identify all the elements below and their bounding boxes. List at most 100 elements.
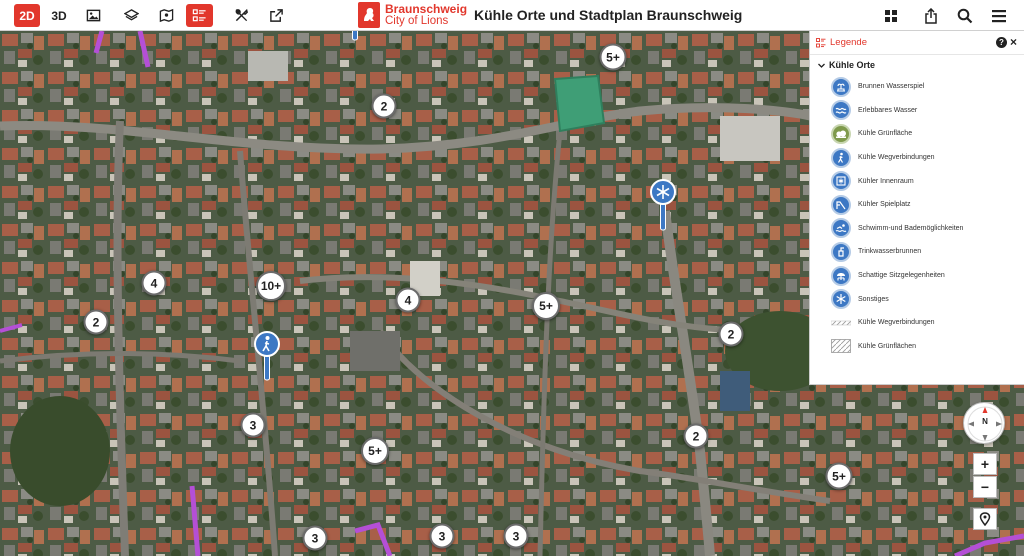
brand-subtitle: City of Lions — [385, 15, 449, 27]
legend-item-label: Erlebbares Wasser — [858, 106, 918, 114]
layers-icon — [123, 9, 139, 21]
brand-name: Braunschweig — [385, 2, 468, 16]
legend-item-label: Trinkwasserbrunnen — [858, 248, 922, 256]
chevron-down-icon — [818, 63, 825, 68]
aerial-image-button[interactable] — [80, 4, 106, 27]
app-title: Kühle Orte und Stadtplan Braunschweig — [474, 7, 743, 23]
cluster-marker[interactable]: 3 — [429, 523, 455, 549]
cluster-marker[interactable]: 2 — [718, 321, 744, 347]
legend-item-shaded-seat: Schattige Sitzgelegenheiten — [810, 264, 1024, 288]
area-swatch — [831, 339, 851, 354]
legend-item-fountain: Brunnen Wasserspiel — [810, 75, 1024, 99]
external-link-icon — [269, 9, 283, 22]
swim-icon — [831, 218, 851, 239]
mode-3d-button[interactable]: 3D — [46, 4, 72, 27]
layers-button[interactable] — [118, 4, 144, 27]
legend-item-label: Kühle Grünflächen — [858, 342, 916, 350]
snowflake-pin[interactable] — [650, 179, 676, 236]
legend-item-drinking-water: Trinkwasserbrunnen — [810, 240, 1024, 264]
app-header: 2D 3D Braunschweig City of Lions Kühle O… — [0, 0, 1024, 31]
cluster-marker[interactable]: 5+ — [532, 292, 560, 320]
share-button[interactable] — [920, 5, 942, 27]
legend-item-label: Sonstiges — [858, 295, 889, 303]
city-brand[interactable]: Braunschweig City of Lions — [358, 2, 467, 28]
legend-header: Legende ? × — [810, 31, 1024, 55]
search-icon — [957, 8, 973, 24]
legend-section-toggle[interactable]: Kühle Orte — [810, 55, 1024, 75]
mode-2d-button[interactable]: 2D — [14, 4, 40, 27]
share-icon — [925, 8, 937, 24]
cluster-marker[interactable]: 2 — [371, 93, 397, 119]
snowflake-icon — [650, 179, 676, 231]
image-icon — [86, 9, 100, 22]
hamburger-icon — [992, 10, 1006, 23]
cluster-marker[interactable]: 5+ — [825, 462, 853, 490]
cluster-marker[interactable]: 2 — [683, 423, 709, 449]
legend-title: Legende — [830, 37, 867, 48]
legend-item-label: Schwimm-und Bademöglichkeiten — [858, 224, 964, 232]
compass-north-label: N — [982, 417, 988, 426]
cluster-marker[interactable]: 3 — [503, 523, 529, 549]
close-icon[interactable]: × — [1010, 35, 1017, 49]
pin-stem-icon — [352, 31, 358, 41]
legend-item-playground: Kühler Spielplatz — [810, 193, 1024, 217]
legend-panel: Legende ? × Kühle Orte Brunnen Wasserspi… — [809, 31, 1024, 385]
cluster-marker[interactable]: 3 — [302, 525, 328, 551]
legend-item-swim: Schwimm-und Bademöglichkeiten — [810, 217, 1024, 241]
legend-item-label: Kühler Innenraum — [858, 177, 914, 185]
cluster-marker[interactable]: 3 — [240, 412, 266, 438]
menu-button[interactable] — [988, 5, 1010, 27]
legend-list-icon — [192, 9, 206, 22]
legend-item-label: Kühle Wegverbindungen — [858, 319, 935, 327]
cluster-marker[interactable]: 2 — [83, 309, 109, 335]
path-swatch — [831, 320, 851, 325]
water-icon — [831, 100, 851, 121]
partial-pin[interactable] — [350, 31, 360, 46]
grid-icon — [885, 10, 897, 22]
green-area-icon — [831, 123, 851, 144]
legend-item-area-fill: Kühle Grünflächen — [810, 335, 1024, 359]
legend-item-paths: Kühle Wegverbindungen — [810, 146, 1024, 170]
theme-map-button[interactable] — [153, 4, 179, 27]
legend-item-indoor: Kühler Innenraum — [810, 169, 1024, 193]
legend-section-label: Kühle Orte — [829, 60, 876, 70]
legend-toggle-button[interactable] — [186, 4, 213, 27]
compass-control[interactable]: N — [963, 402, 1005, 444]
legend-item-other: Sonstiges — [810, 287, 1024, 311]
playground-icon — [831, 194, 851, 215]
legend-item-water: Erlebbares Wasser — [810, 99, 1024, 123]
cluster-marker[interactable]: 4 — [141, 270, 167, 296]
walker-icon — [254, 331, 280, 381]
cluster-marker[interactable]: 5+ — [361, 437, 389, 465]
lion-logo-icon — [358, 2, 380, 28]
walker-pin[interactable] — [254, 331, 280, 386]
cluster-marker[interactable]: 4 — [395, 287, 421, 313]
shaded-seat-icon — [831, 265, 851, 286]
legend-item-green-area: Kühle Grünfläche — [810, 122, 1024, 146]
apps-button[interactable] — [880, 5, 902, 27]
fountain-icon — [831, 76, 851, 97]
zoom-in-button[interactable]: + — [973, 453, 997, 475]
cluster-marker[interactable]: 5+ — [599, 43, 627, 71]
search-button[interactable] — [954, 5, 976, 27]
walker-icon — [831, 147, 851, 168]
tools-button[interactable] — [228, 4, 254, 27]
drinking-water-icon — [831, 241, 851, 262]
legend-item-label: Kühle Grünfläche — [858, 130, 913, 138]
legend-list-icon — [816, 37, 826, 47]
cluster-marker[interactable]: 10+ — [256, 271, 286, 301]
legend-item-label: Kühle Wegverbindungen — [858, 154, 935, 162]
legend-item-label: Kühler Spielplatz — [858, 201, 911, 209]
snowflake-icon — [831, 289, 851, 310]
map-marker-icon — [159, 8, 173, 23]
help-icon[interactable]: ? — [996, 37, 1007, 48]
legend-item-label: Schattige Sitzgelegenheiten — [858, 272, 945, 280]
locate-button[interactable] — [973, 508, 997, 530]
tools-icon — [235, 8, 248, 22]
external-link-button[interactable] — [263, 4, 289, 27]
location-pin-icon — [979, 512, 991, 526]
indoor-icon — [831, 171, 851, 192]
legend-item-label: Brunnen Wasserspiel — [858, 83, 925, 91]
zoom-out-button[interactable]: − — [973, 476, 997, 498]
legend-item-path-line: Kühle Wegverbindungen — [810, 311, 1024, 335]
